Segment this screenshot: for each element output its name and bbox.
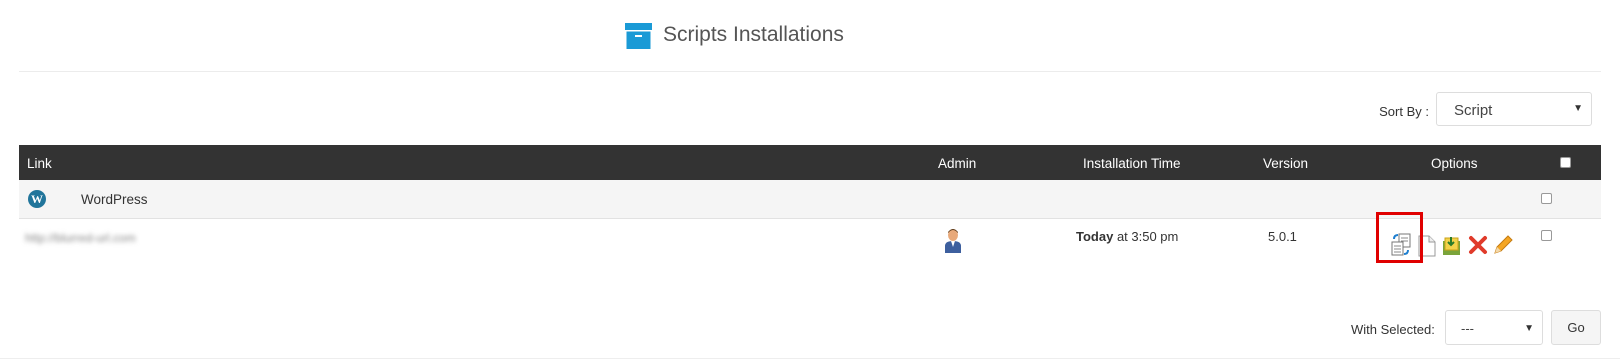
- import-icon[interactable]: [1441, 233, 1463, 257]
- sort-by-label: Sort By :: [1379, 104, 1429, 119]
- edit-icon[interactable]: [1491, 233, 1513, 257]
- table-header: Link Admin Installation Time Version Opt…: [19, 145, 1601, 180]
- select-all-checkbox[interactable]: [1560, 157, 1571, 168]
- column-header-version: Version: [1263, 156, 1309, 171]
- column-header-link: Link: [27, 156, 52, 171]
- time-day: Today: [1076, 229, 1114, 244]
- page-title: Scripts Installations: [663, 23, 844, 46]
- row-select-checkbox[interactable]: [1541, 230, 1552, 241]
- go-button[interactable]: Go: [1551, 310, 1601, 345]
- wordpress-logo-icon: W: [28, 190, 46, 208]
- installation-link[interactable]: http://blurred-url.com: [25, 231, 136, 245]
- column-header-admin: Admin: [938, 156, 977, 171]
- chevron-down-icon: ▼: [1524, 323, 1534, 334]
- divider: [0, 358, 1620, 359]
- with-selected-value: ---: [1461, 321, 1474, 336]
- highlight-box: [1376, 212, 1423, 263]
- page-header: Scripts Installations: [0, 18, 1620, 52]
- table-row: http://blurred-url.com Today at 3:50 pm …: [19, 219, 1601, 274]
- divider: [19, 71, 1601, 72]
- group-name: WordPress: [81, 192, 148, 207]
- sort-by-select[interactable]: Script ▼: [1436, 92, 1592, 126]
- remove-icon[interactable]: [1467, 233, 1489, 257]
- column-header-installation-time: Installation Time: [1083, 156, 1181, 171]
- version-value: 5.0.1: [1268, 229, 1297, 244]
- column-header-options: Options: [1431, 156, 1478, 171]
- chevron-down-icon: ▼: [1573, 103, 1583, 114]
- sort-by-value: Script: [1454, 102, 1493, 119]
- admin-user-icon[interactable]: [943, 227, 963, 253]
- with-selected-label: With Selected:: [1351, 322, 1435, 337]
- time-clock: at 3:50 pm: [1113, 229, 1179, 244]
- with-selected-select[interactable]: --- ▼: [1445, 310, 1543, 345]
- archive-box-icon: [625, 23, 652, 49]
- installation-time: Today at 3:50 pm: [1076, 229, 1178, 244]
- group-select-checkbox[interactable]: [1541, 193, 1552, 204]
- group-row-wordpress: W WordPress: [19, 180, 1601, 219]
